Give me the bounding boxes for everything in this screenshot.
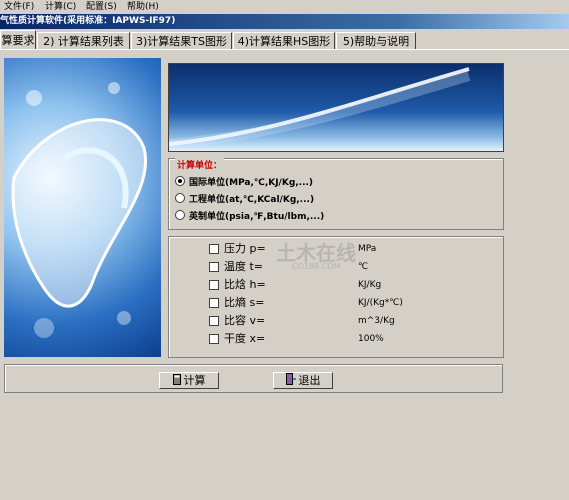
param-unit-enthalpy: KJ/Kg [358,280,382,290]
checkbox-pressure[interactable] [209,244,219,254]
calculator-icon [172,373,181,389]
checkbox-entropy[interactable] [209,298,219,308]
radio-engineering-units-label: 工程单位(at,℃,KCal/Kg,...) [189,195,315,205]
param-unit-temperature: ℃ [358,262,369,272]
banner-arc-graphic [169,67,471,149]
window-title-text: 气性质计算软件(采用标准：IAPWS-IF97) [0,16,176,26]
param-row-enthalpy: 比焓 h= KJ/Kg [209,277,489,293]
radio-si-units[interactable]: 国际单位(MPa,℃,KJ/Kg,...) [175,176,313,190]
checkbox-enthalpy[interactable] [209,280,219,290]
radio-engineering-units[interactable]: 工程单位(at,℃,KCal/Kg,...) [175,193,314,207]
menu-calc[interactable]: 计算(C) [45,1,76,13]
tab-hs-chart[interactable]: 4)计算结果HS图形 [233,32,335,49]
window-title: 气性质计算软件(采用标准：IAPWS-IF97) [0,14,569,29]
water-splash-image [4,58,161,357]
tab-ts-chart[interactable]: 3)计算结果TS图形 [131,32,232,49]
param-label-enthalpy: 比焓 h= [224,278,266,291]
calc-button[interactable]: 计算 [159,372,219,389]
radio-engineering-units-dot [175,193,185,203]
radio-imperial-units-dot [175,210,185,220]
param-label-specific-volume: 比容 v= [224,314,266,327]
header-banner [168,63,504,152]
exit-door-icon [285,373,296,389]
param-label-entropy: 比熵 s= [224,296,265,309]
calc-button-label: 计算 [183,374,206,387]
menu-config[interactable]: 配置(S) [86,1,117,13]
param-unit-dryness: 100% [358,334,384,344]
param-unit-specific-volume: m^3/Kg [358,316,395,326]
exit-button-label: 退出 [298,374,321,387]
watermark-url: CO188.COM [292,262,341,271]
menu-help[interactable]: 帮助(H) [127,1,159,13]
splash-graphic [11,82,147,338]
button-bar: 计算 退出 [4,364,503,393]
param-row-dryness: 干度 x= 100% [209,331,489,347]
tab-calc-request[interactable]: 算要求 [0,30,36,50]
radio-imperial-units[interactable]: 英制单位(psia,℉,Btu/lbm,...) [175,210,324,224]
checkbox-specific-volume[interactable] [209,316,219,326]
radio-imperial-units-label: 英制单位(psia,℉,Btu/lbm,...) [189,212,325,222]
units-group-title: 计算单位： [175,158,225,171]
checkbox-temperature[interactable] [209,262,219,272]
tab-result-list[interactable]: 2) 计算结果列表 [37,32,130,49]
radio-si-units-label: 国际单位(MPa,℃,KJ/Kg,...) [189,178,314,188]
param-label-dryness: 干度 x= [224,332,266,345]
param-label-temperature: 温度 t= [224,260,264,273]
radio-si-units-dot [175,176,185,186]
param-row-specific-volume: 比容 v= m^3/Kg [209,313,489,329]
menubar: 文件(F) 计算(C) 配置(S) 帮助(H) [0,0,569,14]
param-unit-entropy: KJ/(Kg*℃) [358,298,403,308]
checkbox-dryness[interactable] [209,334,219,344]
tab-help[interactable]: 5)帮助与说明 [336,32,416,49]
param-row-entropy: 比熵 s= KJ/(Kg*℃) [209,295,489,311]
units-group: 计算单位： 国际单位(MPa,℃,KJ/Kg,...) 工程单位(at,℃,KC… [168,158,504,230]
menu-file[interactable]: 文件(F) [4,1,34,13]
param-unit-pressure: MPa [358,244,377,254]
exit-button[interactable]: 退出 [273,372,333,389]
tab-strip: 算要求 2) 计算结果列表 3)计算结果TS图形 4)计算结果HS图形 5)帮助… [0,30,569,50]
param-label-pressure: 压力 p= [224,242,266,255]
